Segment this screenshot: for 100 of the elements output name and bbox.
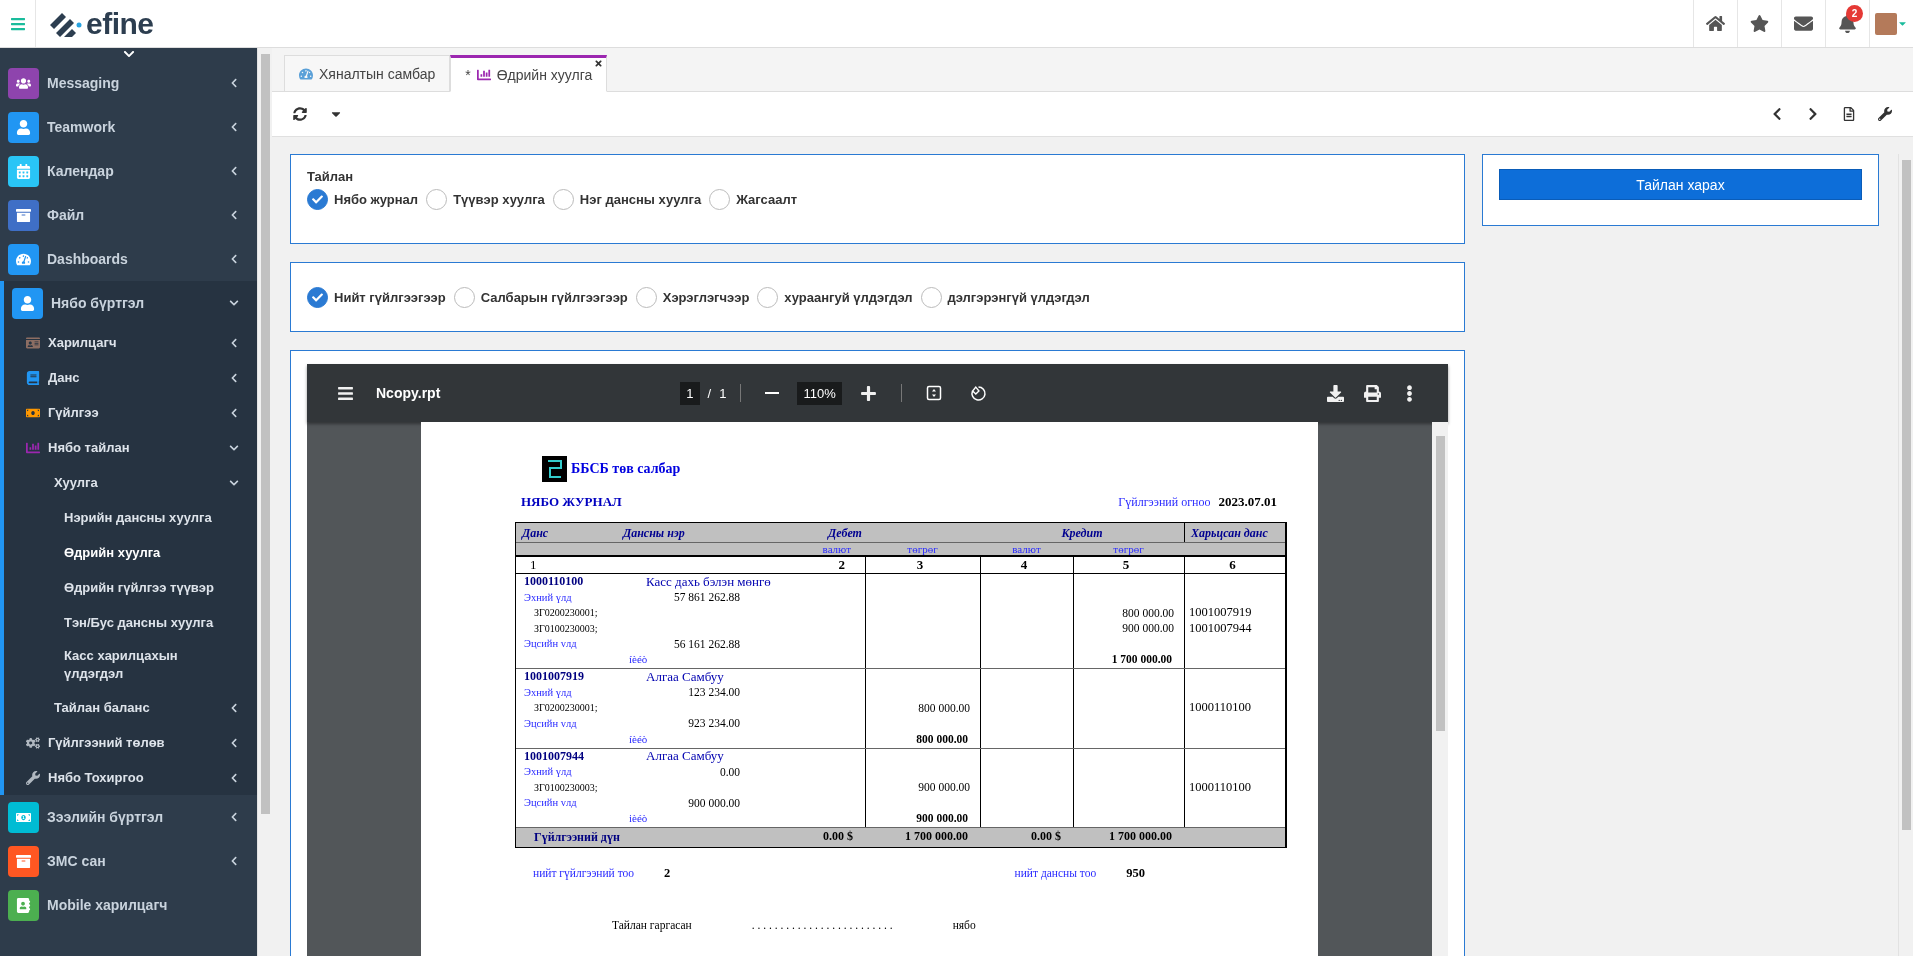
contra-account: 1001007919 <box>1188 605 1252 621</box>
radio-button[interactable] <box>709 189 731 210</box>
radio-button[interactable] <box>453 286 475 308</box>
zoom-field[interactable]: 110% <box>797 381 842 405</box>
column-number: 4 <box>980 557 1073 573</box>
sidebar-item[interactable]: Файл <box>0 193 257 237</box>
total-label: Гүйлгээний дүн <box>533 829 621 846</box>
sidebar-item[interactable]: Данс <box>4 360 257 395</box>
page-count: 1 <box>719 385 727 401</box>
debit-total: 900 000.00 <box>916 812 969 825</box>
print-icon <box>1364 384 1381 402</box>
closing-label: Эцсийн vлд <box>523 717 577 729</box>
radio-button[interactable] <box>307 189 328 210</box>
closing-balance: 900 000.00 <box>688 796 741 809</box>
radio-option[interactable]: Нябо журнал <box>307 189 419 210</box>
account-number: 1001007944 <box>523 748 584 764</box>
sidebar-item[interactable]: Нябо тайлан <box>4 430 257 465</box>
credit-amount: 800 000.00 <box>1122 606 1175 619</box>
scrollbar[interactable] <box>1898 154 1913 956</box>
sidebar-item[interactable]: ЗМС сан <box>0 839 257 883</box>
total-label: ièéò <box>628 812 648 825</box>
sidebar-item[interactable]: Календар <box>0 149 257 193</box>
credit-amount: 900 000.00 <box>1122 622 1175 635</box>
page-separator: / <box>707 385 712 401</box>
account-number: 1000110100 <box>523 574 584 590</box>
radio-option[interactable]: Түүвэр хуулга <box>426 189 545 210</box>
rotate-icon <box>969 384 987 402</box>
scrollbar[interactable] <box>1432 422 1448 956</box>
tab[interactable]: * Өдрийн хуулга <box>450 55 608 92</box>
column-header: Харьцсан данс <box>1184 523 1286 542</box>
sidebar-item[interactable]: Касс харилцахын үлдэгдэл <box>4 640 257 690</box>
radio-option[interactable]: дэлгэрэнгүй үлдэгдэл <box>920 286 1090 308</box>
sidebar-item[interactable]: Гүйлгээний төлөв <box>4 725 257 760</box>
sidebar-item[interactable]: Нябо бүртгэл <box>4 281 257 325</box>
radio-button[interactable] <box>552 189 574 210</box>
sidebar-item[interactable]: Нэрийн дансны хуулга <box>4 500 257 535</box>
tab[interactable]: Хяналтын самбар <box>284 55 451 92</box>
radio-option[interactable]: Хэрэглэгчээр <box>635 286 750 308</box>
opening-balance: 0.00 <box>719 765 741 778</box>
sidebar-item[interactable]: Харилцагч <box>4 325 257 360</box>
debit-amount: 900 000.00 <box>918 781 971 794</box>
summary-label: нийт дансны тоо <box>1014 867 1097 879</box>
radio-option[interactable]: хураангуй үлдэгдэл <box>757 286 913 308</box>
date-label: Гүйлгээний огноо <box>1118 495 1211 510</box>
closing-balance: 923 234.00 <box>688 717 741 730</box>
sidebar-item[interactable]: Тэн/Бус дансны хуулга <box>4 605 257 640</box>
sidebar-item[interactable]: Өдрийн хуулга <box>4 535 257 570</box>
sidebar-item[interactable]: Dashboards <box>0 237 257 281</box>
panel-label: Тайлан <box>307 169 355 184</box>
minus-icon <box>765 392 780 394</box>
close-icon[interactable] <box>594 59 604 68</box>
wrench-icon <box>1878 107 1892 121</box>
plus-icon <box>859 384 877 402</box>
opening-balance: 123 234.00 <box>688 686 741 699</box>
sidebar-item[interactable]: Messaging <box>0 61 257 105</box>
transaction-ref: ЗГ0200230001; <box>533 702 598 714</box>
radio-option[interactable]: Нэг дансны хуулга <box>552 189 702 210</box>
brand-name: efine <box>86 6 154 41</box>
envelope-icon <box>1794 14 1813 33</box>
menu-icon <box>9 15 26 32</box>
radio-button[interactable] <box>757 286 779 308</box>
opening-label: Эхний үлд <box>523 591 572 603</box>
summary-label: нийт гүйлгээний тоо <box>533 867 635 879</box>
column-number: 5 <box>1073 557 1184 573</box>
account-number: 1001007919 <box>523 669 584 685</box>
company-name: ББСБ төв салбар <box>571 461 681 477</box>
credit-total: 1 700 000.00 <box>1111 653 1173 666</box>
radio-option[interactable]: Жагсаалт <box>709 189 797 210</box>
debit-total: 800 000.00 <box>916 732 969 745</box>
sidebar-item[interactable]: Teamwork <box>0 105 257 149</box>
closing-label: Эцсийн vлд <box>523 638 577 650</box>
opening-label: Эхний үлд <box>523 686 572 698</box>
check-icon <box>312 194 323 205</box>
dashboard-icon <box>299 66 313 81</box>
debit-amount: 800 000.00 <box>918 701 971 714</box>
sidebar-item[interactable]: Зээлийн бүртгэл <box>0 795 257 839</box>
sidebar-item[interactable]: Өдрийн гүйлгээ түүвэр <box>4 570 257 605</box>
radio-button[interactable] <box>307 286 328 308</box>
total-label: íèéò <box>628 732 648 745</box>
radio-option[interactable]: Салбарын гүйлгээгээр <box>453 286 628 308</box>
signer-role: нябо <box>952 919 976 931</box>
opening-balance: 57 861 262.88 <box>673 591 741 604</box>
contra-account: 1000110100 <box>1188 779 1252 795</box>
total-amount: 1 700 000.00 <box>1108 828 1173 845</box>
column-header: Дансны нэр <box>621 525 686 542</box>
page-input[interactable]: 1 <box>680 381 700 405</box>
download-icon <box>1327 384 1344 402</box>
radio-button[interactable] <box>920 286 942 308</box>
sidebar-item[interactable]: Нябо Тохиргоо <box>4 760 257 795</box>
scrollbar[interactable] <box>257 48 272 956</box>
sidebar-item[interactable]: Тайлан баланс <box>4 690 257 725</box>
view-report-button[interactable]: Тайлан харах <box>1499 169 1862 200</box>
transaction-ref: ЗГ0200230001; <box>533 607 598 619</box>
company-logo-icon <box>542 456 567 482</box>
radio-button[interactable] <box>426 189 448 210</box>
radio-button[interactable] <box>635 286 657 308</box>
sidebar-item[interactable]: Mobile харилцагч <box>0 883 257 927</box>
sidebar-item[interactable]: Хуулга <box>4 465 257 500</box>
sidebar-item[interactable]: Гүйлгээ <box>4 395 257 430</box>
radio-option[interactable]: Нийт гүйлгээгээр <box>307 286 446 308</box>
